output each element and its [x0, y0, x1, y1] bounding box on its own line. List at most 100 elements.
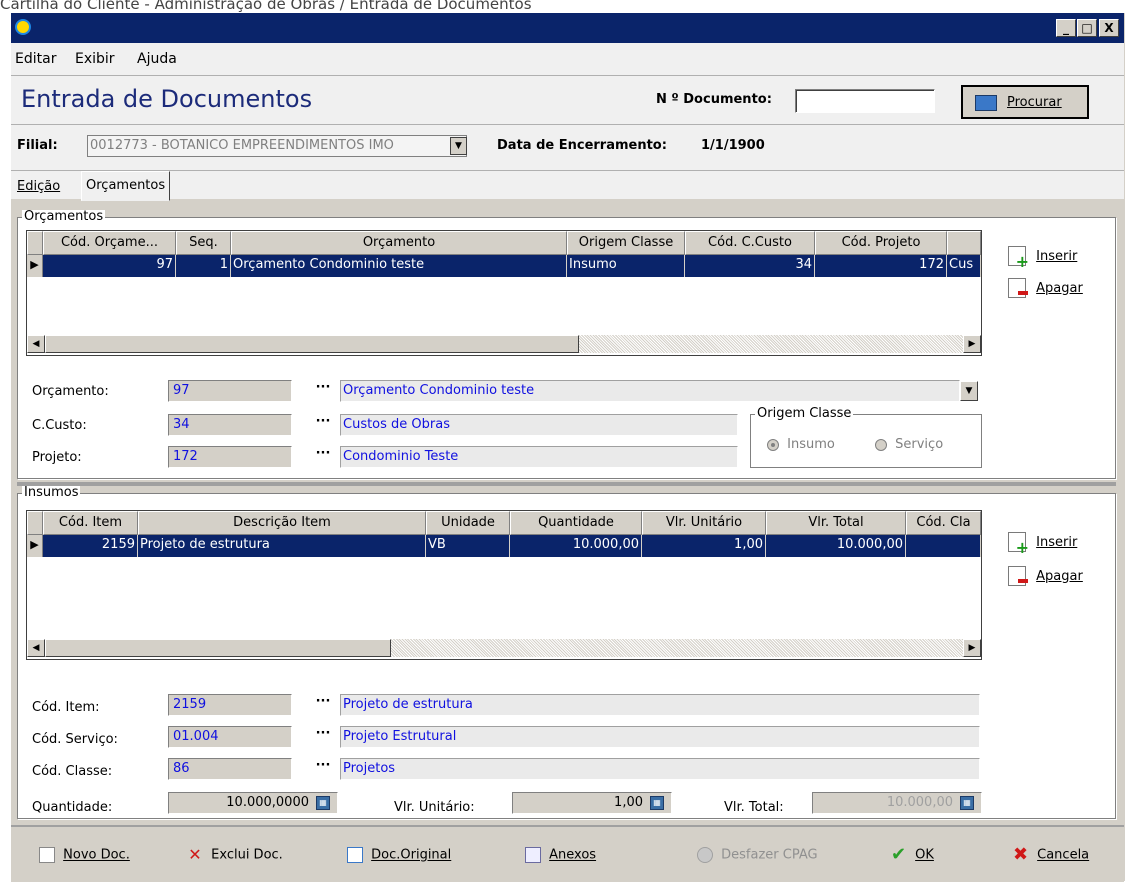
total-label: Vlr. Total:	[724, 800, 784, 815]
delete-document-button[interactable]: ✕ Exclui Doc.	[187, 847, 283, 863]
column-header[interactable]: Cód. Cla	[906, 511, 981, 535]
page-header: Entrada de Documentos N º Documento: Pro…	[11, 75, 1124, 125]
chevron-down-icon[interactable]: ▼	[450, 137, 467, 155]
column-header[interactable]: Vlr. Total	[766, 511, 906, 535]
calculator-icon[interactable]: ▦	[960, 796, 974, 810]
search-button[interactable]: Procurar	[961, 85, 1089, 119]
insumos-insert-button[interactable]: Inserir	[1008, 532, 1077, 557]
orcamentos-grid[interactable]: Cód. Orçame... Seq. Orçamento Origem Cla…	[26, 230, 982, 356]
scroll-thumb[interactable]	[45, 335, 579, 353]
search-button-label: Procurar	[1007, 95, 1062, 110]
column-header[interactable]: Cód. C.Custo	[685, 231, 815, 255]
ccusto-code-input[interactable]: 34	[168, 414, 292, 436]
unitario-input[interactable]: 1,00	[512, 792, 672, 814]
column-header[interactable]: Quantidade	[510, 511, 642, 535]
title-bar[interactable]: _ □ X	[11, 13, 1124, 43]
column-header[interactable]: Unidade	[426, 511, 510, 535]
horizontal-scrollbar[interactable]: ◀ ▶	[27, 335, 981, 355]
chevron-down-icon[interactable]: ▼	[960, 381, 978, 401]
ccusto-lookup-button[interactable]: ···	[312, 414, 334, 436]
radio-servico[interactable]: Serviço	[875, 437, 943, 452]
column-header[interactable]: Vlr. Unitário	[642, 511, 766, 535]
cell-descricao: Projeto de estrutura	[138, 535, 426, 557]
scroll-right-icon[interactable]: ▶	[963, 335, 981, 353]
insumos-delete-button[interactable]: Apagar	[1008, 566, 1083, 586]
classe-label: Cód. Classe:	[32, 764, 113, 779]
column-header[interactable]: Origem Classe	[567, 231, 685, 255]
servico-lookup-button[interactable]: ···	[312, 726, 334, 748]
scroll-right-icon[interactable]: ▶	[963, 639, 981, 657]
orcamentos-grid-header: Cód. Orçame... Seq. Orçamento Origem Cla…	[27, 231, 981, 255]
cell-item: 2159	[43, 535, 138, 557]
menu-exibir[interactable]: Exibir	[75, 51, 115, 67]
menu-ajuda[interactable]: Ajuda	[137, 51, 177, 67]
delete-document-label: Exclui Doc.	[211, 847, 283, 863]
cell-origem: Insumo	[567, 255, 685, 277]
scroll-left-icon[interactable]: ◀	[27, 335, 45, 353]
filial-row: Filial: 0012773 - BOTANICO EMPREENDIMENT…	[11, 125, 1124, 171]
filial-select[interactable]: 0012773 - BOTANICO EMPREENDIMENTOS IMO ▼	[87, 135, 467, 157]
ccusto-desc-field: Custos de Obras	[340, 414, 738, 436]
column-header[interactable]: Cód. Projeto	[815, 231, 947, 255]
servico-desc-field: Projeto Estrutural	[340, 726, 980, 748]
insumos-grid-header: Cód. Item Descrição Item Unidade Quantid…	[27, 511, 981, 535]
undo-cpag-icon	[697, 847, 713, 863]
projeto-lookup-button[interactable]: ···	[312, 446, 334, 468]
cell-ccusto: 34	[685, 255, 815, 277]
attachments-label: Anexos	[549, 847, 597, 863]
tab-orcamentos[interactable]: Orçamentos	[81, 171, 171, 201]
projeto-code-input[interactable]: 172	[168, 446, 292, 468]
total-input: 10.000,00	[812, 792, 982, 814]
classe-lookup-button[interactable]: ···	[312, 758, 334, 780]
item-code-input[interactable]: 2159	[168, 694, 292, 716]
ok-label: OK	[915, 847, 934, 863]
servico-label: Cód. Serviço:	[32, 732, 118, 747]
servico-code-input[interactable]: 01.004	[168, 726, 292, 748]
scroll-track[interactable]	[391, 639, 963, 657]
cell-classe	[906, 535, 981, 557]
orcamento-label: Orçamento:	[32, 384, 109, 399]
quantidade-input[interactable]: 10.000,0000	[168, 792, 338, 814]
orcamentos-delete-button[interactable]: Apagar	[1008, 278, 1083, 298]
row-pointer-icon: ▶	[27, 535, 43, 557]
column-header[interactable]: Cód. Orçame...	[43, 231, 176, 255]
cell-orcamento: Orçamento Condominio teste	[231, 255, 567, 277]
classe-code-input[interactable]: 86	[168, 758, 292, 780]
insert-label: Inserir	[1036, 248, 1078, 264]
table-row[interactable]: ▶ 97 1 Orçamento Condominio teste Insumo…	[27, 255, 981, 277]
column-header[interactable]: Seq.	[176, 231, 231, 255]
splitter[interactable]	[17, 482, 1116, 486]
attachments-button[interactable]: Anexos	[525, 847, 596, 863]
calculator-icon[interactable]: ▦	[316, 796, 330, 810]
scroll-thumb[interactable]	[45, 639, 391, 657]
tab-edicao[interactable]: Edição	[13, 175, 64, 199]
close-button[interactable]: X	[1099, 19, 1119, 37]
original-document-button[interactable]: Doc.Original	[347, 847, 451, 863]
menu-editar[interactable]: Editar	[15, 51, 56, 67]
column-header[interactable]: Orçamento	[231, 231, 567, 255]
horizontal-scrollbar[interactable]: ◀ ▶	[27, 639, 981, 659]
insumos-grid[interactable]: Cód. Item Descrição Item Unidade Quantid…	[26, 510, 982, 660]
column-header[interactable]: Cód. Item	[43, 511, 138, 535]
item-desc-field: Projeto de estrutura	[340, 694, 980, 716]
filial-select-value: 0012773 - BOTANICO EMPREENDIMENTOS IMO	[90, 138, 394, 153]
orcamento-lookup-button[interactable]: ···	[312, 380, 334, 402]
minimize-button[interactable]: _	[1056, 19, 1076, 37]
orcamento-desc-select[interactable]: Orçamento Condominio teste	[340, 380, 960, 402]
cell-seq: 1	[176, 255, 231, 277]
item-lookup-button[interactable]: ···	[312, 694, 334, 716]
ok-button[interactable]: ✔ OK	[891, 846, 934, 864]
maximize-button[interactable]: □	[1077, 19, 1097, 37]
column-header[interactable]: Descrição Item	[138, 511, 426, 535]
radio-insumo[interactable]: Insumo	[767, 437, 835, 452]
new-document-button[interactable]: Novo Doc.	[39, 847, 130, 863]
table-row[interactable]: ▶ 2159 Projeto de estrutura VB 10.000,00…	[27, 535, 981, 557]
main-window: _ □ X Editar Exibir Ajuda Entrada de Doc…	[10, 12, 1125, 882]
scroll-left-icon[interactable]: ◀	[27, 639, 45, 657]
calculator-icon[interactable]: ▦	[650, 796, 664, 810]
scroll-track[interactable]	[579, 335, 963, 353]
document-number-input[interactable]	[795, 89, 935, 113]
orcamentos-insert-button[interactable]: Inserir	[1008, 246, 1078, 271]
cancel-button[interactable]: ✖ Cancela	[1013, 846, 1089, 864]
orcamento-code-input[interactable]: 97	[168, 380, 292, 402]
